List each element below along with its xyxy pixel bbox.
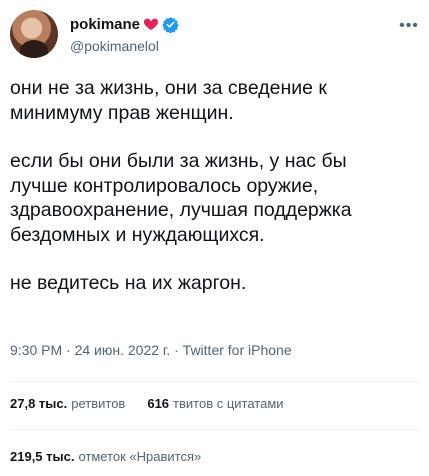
likes-label: отметок «Нравится» — [78, 449, 202, 464]
tweet-header: pokimane @pokimanelol ••• — [10, 10, 419, 60]
tweet-text: они не за жизнь, они за сведение к миним… — [10, 76, 419, 320]
tweet-time[interactable]: 9:30 PM — [10, 342, 62, 358]
meta-separator: · — [66, 342, 71, 358]
meta-separator: · — [174, 342, 179, 358]
tweet-source[interactable]: Twitter for iPhone — [183, 342, 292, 358]
likes-stats-row: 219,5 тыс. отметок «Нравится» — [10, 449, 223, 464]
likes-count: 219,5 тыс. — [10, 449, 75, 464]
divider — [10, 429, 419, 430]
divider — [10, 381, 419, 382]
tweet-date[interactable]: 24 июн. 2022 г. — [75, 342, 171, 358]
likes-stat[interactable]: 219,5 тыс. отметок «Нравится» — [10, 449, 201, 464]
tweet-paragraph: они не за жизнь, они за сведение к миним… — [10, 77, 327, 124]
quotes-stat[interactable]: 616 твитов с цитатами — [147, 396, 283, 411]
retweets-count: 27,8 тыс. — [10, 396, 68, 411]
retweets-stat[interactable]: 27,8 тыс. ретвитов — [10, 396, 125, 411]
retweets-label: ретвитов — [71, 396, 126, 411]
retweet-stats-row: 27,8 тыс. ретвитов 616 твитов с цитатами — [10, 396, 306, 411]
tweet-paragraph: если бы они были за жизнь, у нас бы лучш… — [10, 150, 352, 246]
heart-icon — [143, 16, 159, 32]
quotes-count: 616 — [147, 396, 170, 411]
more-options-icon[interactable]: ••• — [399, 16, 419, 36]
tweet-paragraph: не ведитесь на их жаргон. — [10, 272, 247, 294]
handle[interactable]: @pokimanelol — [70, 38, 179, 54]
tweet-metadata: 9:30 PM · 24 июн. 2022 г. · Twitter for … — [10, 342, 292, 358]
verified-badge-icon — [162, 16, 179, 33]
name-row: pokimane — [70, 14, 179, 34]
display-name[interactable]: pokimane — [70, 16, 140, 33]
tweet: pokimane @pokimanelol ••• они не за жизн… — [0, 0, 429, 476]
author-info: pokimane @pokimanelol — [70, 14, 179, 54]
avatar[interactable] — [10, 10, 58, 58]
quotes-label: твитов с цитатами — [173, 396, 284, 411]
